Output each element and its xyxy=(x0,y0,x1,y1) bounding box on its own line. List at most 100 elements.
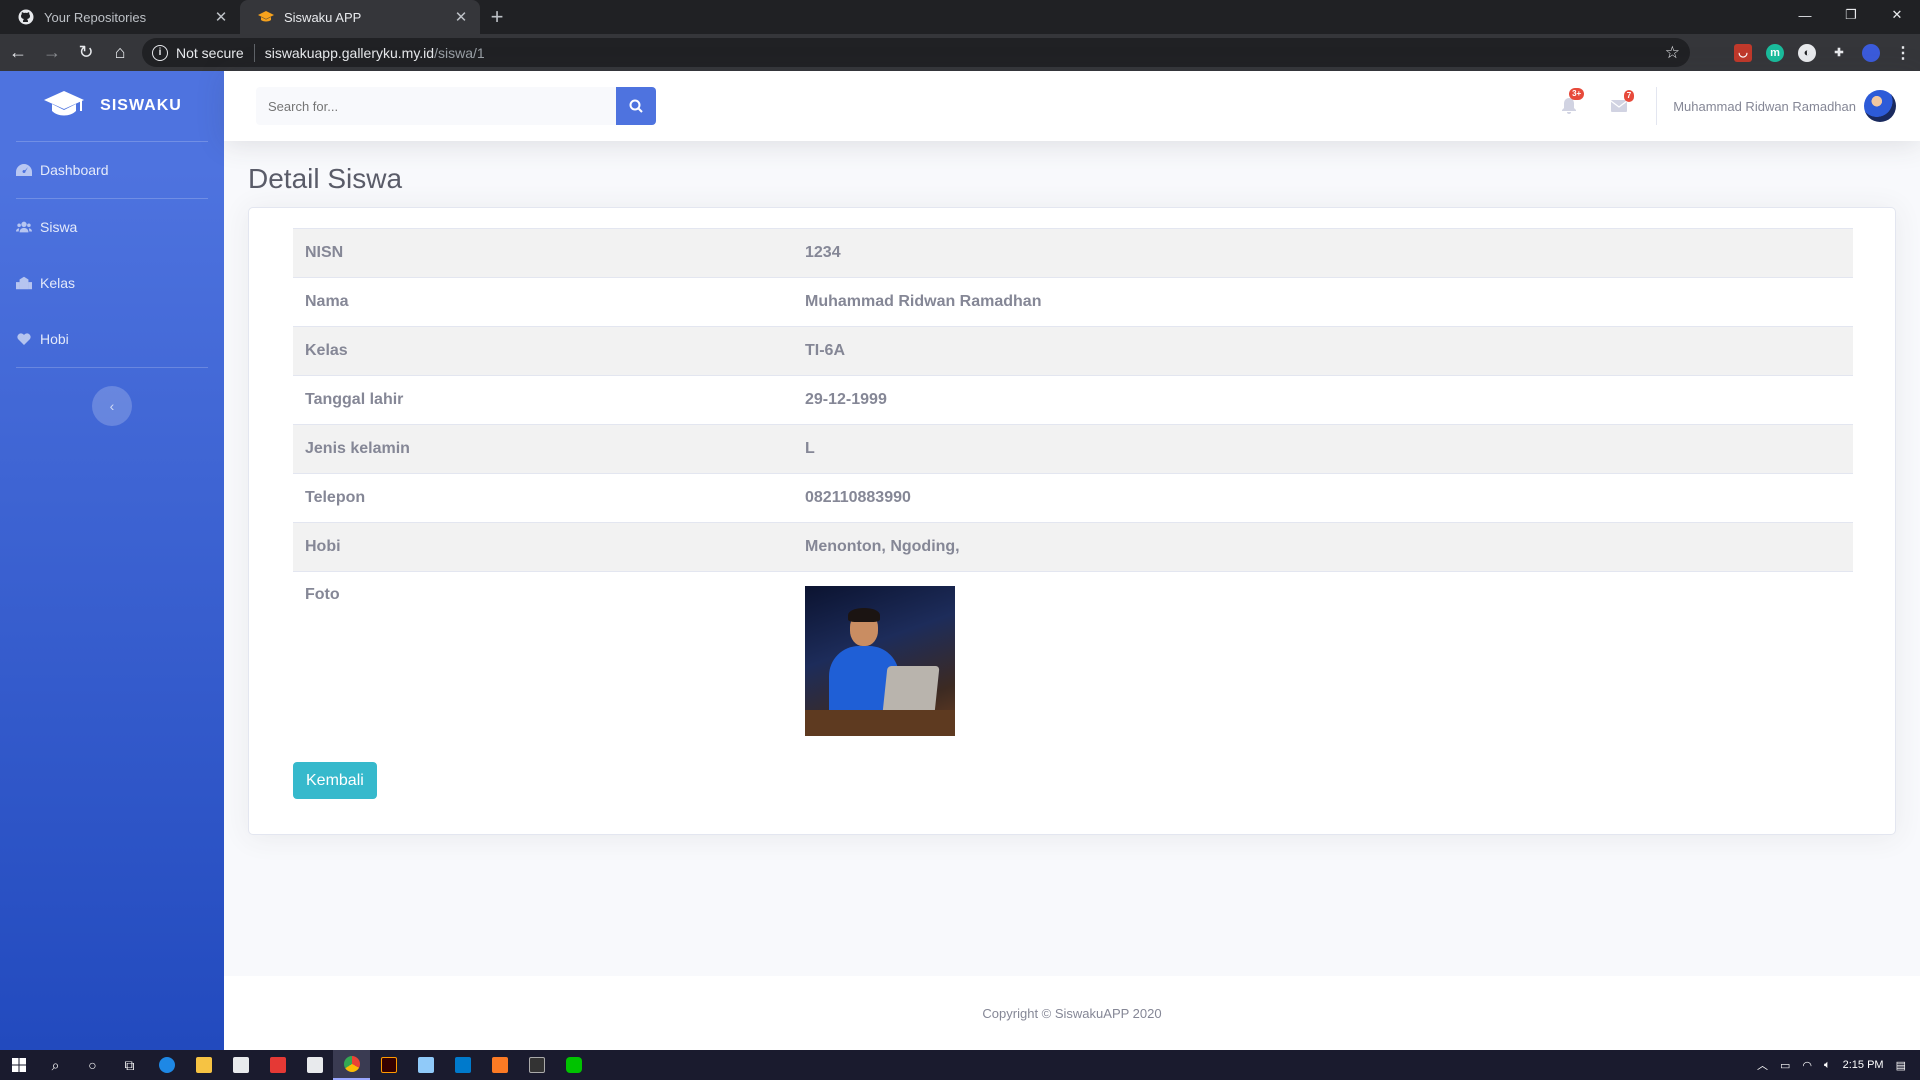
xampp-icon[interactable] xyxy=(481,1050,518,1080)
page-title: Detail Siswa xyxy=(248,163,403,194)
sidebar-brand[interactable]: SISWAKU xyxy=(0,71,224,141)
alerts-dropdown[interactable]: 3+ xyxy=(1544,88,1594,114)
chevron-left-icon: ‹ xyxy=(109,398,115,414)
edge-icon[interactable] xyxy=(148,1050,185,1080)
reload-icon[interactable]: ↻ xyxy=(70,37,102,69)
topbar: 3+ 7 Muhammad Ridwan Ramadhan xyxy=(224,71,1920,141)
profile-avatar-icon[interactable] xyxy=(1862,43,1880,62)
store-icon[interactable] xyxy=(222,1050,259,1080)
browser-tab-siswaku[interactable]: Siswaku APP ✕ xyxy=(240,0,480,34)
messages-badge: 7 xyxy=(1623,90,1635,102)
footer: Copyright © SiswakuAPP 2020 xyxy=(224,976,1920,1050)
new-tab-button[interactable]: + xyxy=(480,0,514,34)
copyright-text: Copyright © SiswakuAPP 2020 xyxy=(982,1005,1162,1021)
system-tray: ︿ ▭ ◠ 🔈︎ 2:15 PM ▤ xyxy=(1757,1050,1920,1080)
address-bar[interactable]: i Not secure siswakuapp.galleryku.my.id … xyxy=(142,38,1690,67)
back-arrow-icon[interactable]: ← xyxy=(2,37,34,69)
photo-table xyxy=(805,710,955,736)
back-button[interactable]: Kembali xyxy=(293,762,377,799)
forward-arrow-icon[interactable]: → xyxy=(36,37,68,69)
bookmark-star-icon[interactable]: ☆ xyxy=(1665,43,1680,63)
minimize-button[interactable]: — xyxy=(1782,0,1828,30)
line-app-icon[interactable] xyxy=(555,1050,592,1080)
detail-label: Kelas xyxy=(293,326,793,376)
detail-label: Tanggal lahir xyxy=(293,375,793,425)
close-icon[interactable]: ✕ xyxy=(212,8,230,26)
user-name: Muhammad Ridwan Ramadhan xyxy=(1673,98,1856,114)
table-row: Foto xyxy=(293,571,1853,742)
chevron-up-icon[interactable]: ︿ xyxy=(1757,1057,1768,1073)
close-icon[interactable]: ✕ xyxy=(452,8,470,26)
sidebar-item-label: Dashboard xyxy=(40,162,109,178)
sidebar-item-kelas[interactable]: Kelas xyxy=(0,255,224,311)
browser-tab-repositories[interactable]: Your Repositories ✕ xyxy=(0,0,240,34)
table-row: Hobi Menonton, Ngoding, xyxy=(293,522,1853,572)
close-window-button[interactable]: ✕ xyxy=(1874,0,1920,30)
task-view-icon[interactable]: ⧉ xyxy=(111,1050,148,1080)
gift-app-icon[interactable] xyxy=(259,1050,296,1080)
pocket-extension-icon[interactable]: ◡ xyxy=(1734,43,1752,62)
vscode-icon[interactable] xyxy=(444,1050,481,1080)
detail-value: Muhammad Ridwan Ramadhan xyxy=(793,277,1853,327)
battery-icon[interactable]: ▭ xyxy=(1780,1059,1790,1072)
m-extension-icon[interactable]: m xyxy=(1766,43,1784,62)
search-form xyxy=(256,87,656,125)
users-icon xyxy=(16,220,32,234)
sidebar-item-dashboard[interactable]: Dashboard xyxy=(0,142,224,198)
notes-icon[interactable] xyxy=(407,1050,444,1080)
cortana-icon[interactable]: ○ xyxy=(74,1050,111,1080)
messages-dropdown[interactable]: 7 xyxy=(1594,90,1644,112)
sidebar-toggle-button[interactable]: ‹ xyxy=(92,386,132,426)
sidebar-divider xyxy=(16,367,208,368)
search-input[interactable] xyxy=(256,87,616,125)
heart-icon xyxy=(16,332,32,346)
sidebar-item-siswa[interactable]: Siswa xyxy=(0,199,224,255)
sidebar-item-label: Kelas xyxy=(40,275,76,291)
detail-label: Telepon xyxy=(293,473,793,523)
circle-extension-icon[interactable]: ◐ xyxy=(1798,43,1816,62)
topbar-icons: 3+ 7 Muhammad Ridwan Ramadhan xyxy=(1544,71,1920,141)
browser-toolbar: ← → ↻ ⌂ i Not secure siswakuapp.galleryk… xyxy=(0,34,1920,71)
tab-title: Your Repositories xyxy=(44,9,147,25)
clock-time[interactable]: 2:15 PM xyxy=(1843,1059,1884,1071)
sidebar-item-hobi[interactable]: Hobi xyxy=(0,311,224,367)
search-button[interactable] xyxy=(616,87,656,125)
wifi-icon[interactable]: ◠ xyxy=(1802,1059,1812,1072)
more-menu-icon[interactable]: ⋮ xyxy=(1894,44,1912,62)
search-icon[interactable]: ⌕ xyxy=(37,1050,74,1080)
detail-table: NISN 1234 Nama Muhammad Ridwan Ramadhan … xyxy=(293,228,1853,742)
mail-icon[interactable] xyxy=(296,1050,333,1080)
detail-value: TI-6A xyxy=(793,326,1853,376)
alerts-badge: 3+ xyxy=(1569,88,1585,100)
user-dropdown[interactable]: Muhammad Ridwan Ramadhan xyxy=(1673,90,1920,122)
table-row: Tanggal lahir 29-12-1999 xyxy=(293,375,1853,425)
terminal-icon[interactable] xyxy=(518,1050,555,1080)
security-label: Not secure xyxy=(176,44,244,61)
brand-name: SISWAKU xyxy=(100,97,182,114)
table-row: Telepon 082110883990 xyxy=(293,473,1853,523)
detail-value xyxy=(793,571,1853,742)
notification-icon[interactable]: ▤ xyxy=(1896,1059,1906,1072)
detail-value: Menonton, Ngoding, xyxy=(793,522,1853,572)
chrome-icon[interactable] xyxy=(333,1050,370,1080)
topbar-divider xyxy=(1656,87,1658,125)
restore-button[interactable]: ❐ xyxy=(1828,0,1874,30)
windows-start-icon[interactable] xyxy=(0,1050,37,1080)
home-icon[interactable]: ⌂ xyxy=(104,37,136,69)
omnibox-divider xyxy=(253,43,255,62)
illustrator-icon[interactable] xyxy=(370,1050,407,1080)
detail-value: 29-12-1999 xyxy=(793,375,1853,425)
volume-icon[interactable]: 🔈︎ xyxy=(1824,1059,1831,1072)
info-icon[interactable]: i xyxy=(152,44,168,61)
student-photo xyxy=(805,586,955,736)
detail-label: Foto xyxy=(293,571,793,742)
table-row: Nama Muhammad Ridwan Ramadhan xyxy=(293,277,1853,327)
main-content: Detail Siswa NISN 1234 Nama Muhammad Rid… xyxy=(224,141,1920,976)
detail-card: NISN 1234 Nama Muhammad Ridwan Ramadhan … xyxy=(248,207,1896,835)
puzzle-extensions-icon[interactable]: ✚ xyxy=(1830,44,1848,62)
bell-icon xyxy=(1562,98,1577,114)
file-explorer-icon[interactable] xyxy=(185,1050,222,1080)
github-icon xyxy=(18,9,34,25)
sidebar-item-label: Hobi xyxy=(40,331,69,347)
window-controls: — ❐ ✕ xyxy=(1782,0,1920,30)
